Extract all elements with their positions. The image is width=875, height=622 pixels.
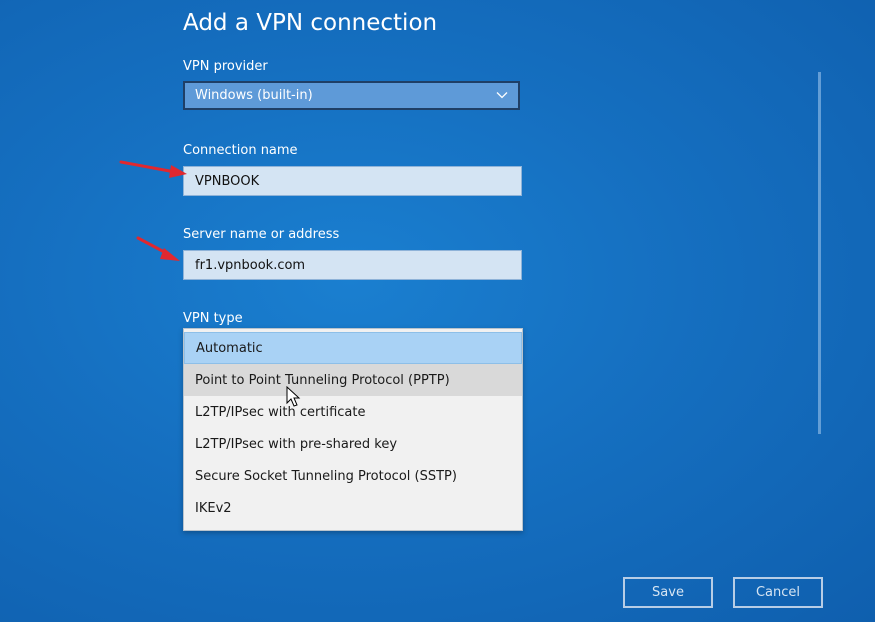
save-button[interactable]: Save (623, 577, 713, 608)
vpn-provider-select[interactable]: Windows (built-in) (183, 81, 520, 110)
connection-name-value: VPNBOOK (195, 173, 260, 189)
annotation-arrow-icon (119, 160, 187, 178)
server-address-label: Server name or address (183, 227, 340, 242)
page-title: Add a VPN connection (183, 10, 438, 36)
vpn-type-option-automatic[interactable]: Automatic (184, 332, 522, 364)
vpn-provider-label: VPN provider (183, 59, 268, 74)
vpn-type-option-l2tp-psk[interactable]: L2TP/IPsec with pre-shared key (184, 428, 522, 460)
scrollbar[interactable] (818, 72, 821, 434)
vpn-type-option-sstp[interactable]: Secure Socket Tunneling Protocol (SSTP) (184, 460, 522, 492)
server-address-value: fr1.vpnbook.com (195, 257, 306, 273)
annotation-arrow-icon (136, 236, 180, 261)
connection-name-label: Connection name (183, 143, 298, 158)
server-address-input[interactable]: fr1.vpnbook.com (183, 250, 522, 280)
vpn-provider-value: Windows (built-in) (195, 88, 313, 103)
mouse-cursor-icon (286, 386, 301, 407)
vpn-type-option-pptp[interactable]: Point to Point Tunneling Protocol (PPTP) (184, 364, 522, 396)
vpn-type-option-ikev2[interactable]: IKEv2 (184, 492, 522, 524)
cancel-button[interactable]: Cancel (733, 577, 823, 608)
chevron-down-icon (496, 92, 508, 99)
connection-name-input[interactable]: VPNBOOK (183, 166, 522, 196)
vpn-type-option-l2tp-certificate[interactable]: L2TP/IPsec with certificate (184, 396, 522, 428)
vpn-type-dropdown[interactable]: Automatic Point to Point Tunneling Proto… (183, 328, 523, 531)
vpn-type-label: VPN type (183, 311, 243, 326)
